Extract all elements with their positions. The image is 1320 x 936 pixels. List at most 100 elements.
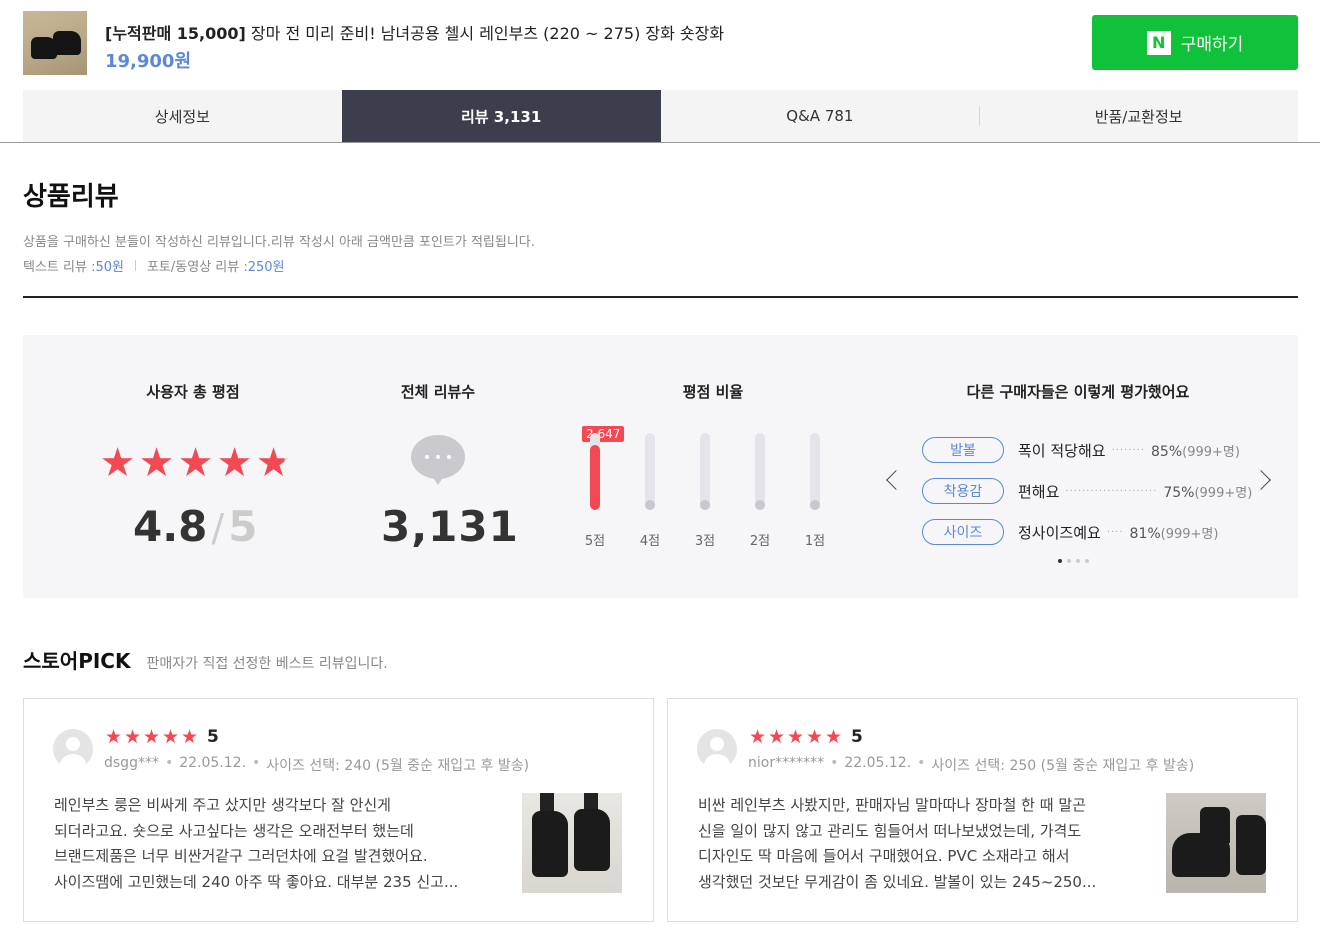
eval-dots: ········	[1111, 444, 1146, 456]
review-score: 5	[851, 727, 863, 747]
eval-dots: ······················	[1065, 485, 1158, 497]
review-stars: ★ ★ ★ ★ ★ 5	[104, 726, 219, 748]
ratio-bar-knob	[700, 500, 710, 510]
tab-detail[interactable]: 상세정보	[23, 90, 342, 142]
ratio-bar-fill	[590, 445, 600, 510]
ratio-bar	[700, 433, 710, 510]
rating-value: 4.8	[133, 502, 208, 551]
points-divider	[134, 260, 136, 271]
star-icon: ★	[748, 726, 767, 748]
product-title-bracket: [누적판매 15,000]	[105, 24, 246, 43]
store-pick-subtitle: 판매자가 직접 선정한 베스트 리뷰입니다.	[146, 656, 388, 672]
ratio-bar	[590, 433, 600, 510]
review-heading: 상품리뷰	[23, 182, 119, 212]
star-icon: ★	[767, 726, 786, 748]
speech-bubble-icon	[411, 435, 465, 485]
photo-review-label: 포토/동영상 리뷰 :	[146, 260, 248, 275]
buy-button-label: 구매하기	[1180, 35, 1244, 55]
review-photo[interactable]	[1166, 793, 1266, 893]
star-icon: ★	[786, 726, 805, 748]
section-divider	[23, 296, 1298, 298]
review-summary: 사용자 총 평점 ★ ★ ★ ★ ★ 4.8/5 전체 리뷰수 3,131 평점…	[23, 335, 1298, 598]
ratio-bar	[645, 433, 655, 510]
tab-return-label: 반품/교환정보	[1094, 107, 1183, 126]
product-header: [누적판매 15,000] 장마 전 미리 준비! 남녀공용 첼시 레인부츠 (…	[0, 0, 1320, 90]
photo-review-point: 250원	[247, 260, 285, 275]
review-card[interactable]: ★ ★ ★ ★ ★ 5 nior******* • 22.05.12. • 사이즈 선택: …	[667, 698, 1298, 922]
star-half-icon: ★	[255, 440, 292, 486]
eval-value: 편해요	[1018, 482, 1060, 501]
pager-dot[interactable]	[1067, 559, 1071, 563]
pager-dot[interactable]	[1076, 559, 1080, 563]
star-icon: ★	[805, 726, 824, 748]
eval-pager[interactable]	[1058, 559, 1089, 563]
product-price: 19,900원	[105, 51, 192, 72]
pager-dot[interactable]	[1058, 559, 1062, 563]
chevron-right-icon[interactable]	[1251, 470, 1271, 490]
review-meta: nior******* • 22.05.12. • 사이즈 선택: 250 (5월 …	[748, 755, 1195, 774]
star-icon: ★	[99, 440, 136, 486]
ratio-bar-knob	[810, 500, 820, 510]
tab-qna-label: Q&A 781	[786, 107, 854, 125]
review-count: 3,131	[381, 502, 519, 551]
ratio-bar-knob	[755, 500, 765, 510]
eval-row: 착용감 편해요 ······················ 75%(999+명…	[922, 478, 1252, 504]
store-pick-header: 스토어PICK 판매자가 직접 선정한 베스트 리뷰입니다.	[23, 645, 388, 674]
product-title-text: 장마 전 미리 준비! 남녀공용 첼시 레인부츠 (220 ~ 275) 장화 …	[245, 24, 725, 43]
star-icon: ★	[138, 440, 175, 486]
review-user: nior*******	[748, 755, 825, 771]
avatar	[697, 729, 737, 769]
star-icon: ★	[216, 440, 253, 486]
eval-percent: 85%(999+명)	[1151, 443, 1240, 460]
eval-tag[interactable]: 착용감	[922, 478, 1004, 504]
naver-pay-icon: N	[1146, 30, 1171, 55]
eval-dots: ····	[1106, 526, 1124, 538]
text-review-point: 50원	[95, 260, 124, 275]
review-user: dsgg***	[104, 755, 159, 771]
star-icon: ★	[177, 440, 214, 486]
eval-value: 폭이 적당해요	[1018, 441, 1106, 460]
eval-row: 사이즈 정사이즈예요 ···· 81%(999+명)	[922, 519, 1218, 545]
eval-title: 다른 구매자들은 이렇게 평가했어요	[966, 383, 1190, 401]
ratio-bar-label: 1점	[804, 534, 826, 549]
eval-tag[interactable]: 사이즈	[922, 519, 1004, 545]
tab-review[interactable]: 리뷰 3,131	[341, 90, 661, 142]
ratio-bar-knob	[645, 500, 655, 510]
ratio-bar-label: 5점	[584, 534, 606, 549]
ratio-bar	[755, 433, 765, 510]
rating-title: 사용자 총 평점	[146, 383, 240, 401]
tab-return-info[interactable]: 반품/교환정보	[979, 90, 1298, 142]
review-date: 22.05.12.	[179, 755, 247, 771]
eval-value: 정사이즈예요	[1018, 523, 1101, 542]
review-card[interactable]: ★ ★ ★ ★ ★ 5 dsgg*** • 22.05.12. • 사이즈 선택: 240 …	[23, 698, 654, 922]
ratio-top-badge: 2,647	[582, 426, 625, 442]
count-title: 전체 리뷰수	[400, 383, 476, 401]
star-icon: ★	[123, 726, 142, 748]
tab-qna[interactable]: Q&A 781	[661, 90, 980, 142]
review-photo[interactable]	[522, 793, 622, 893]
star-icon: ★	[142, 726, 161, 748]
review-points: 텍스트 리뷰 : 50원 포토/동영상 리뷰 : 250원	[23, 256, 285, 275]
tab-divider	[0, 142, 1320, 143]
review-description: 상품을 구매하신 분들이 작성하신 리뷰입니다.리뷰 작성시 아래 금액만큼 포…	[23, 235, 535, 250]
review-body: 레인부츠 룽은 비싸게 주고 샀지만 생각보다 잘 안신게 되더라고요. 숏으로…	[54, 796, 459, 891]
eval-percent: 75%(999+명)	[1163, 484, 1253, 501]
ratio-bar-label: 4점	[639, 534, 661, 549]
eval-tag[interactable]: 발볼	[922, 437, 1004, 463]
rating-slash: /	[211, 506, 225, 550]
eval-row: 발볼 폭이 적당해요 ········ 85%(999+명)	[922, 437, 1240, 463]
rating-score: 4.8/5	[133, 502, 257, 551]
text-review-label: 텍스트 리뷰 :	[23, 260, 96, 275]
star-icon: ★	[180, 726, 199, 748]
buy-button[interactable]: N 구매하기	[1092, 15, 1298, 70]
pager-dot[interactable]	[1085, 559, 1089, 563]
review-option: 사이즈 선택: 250 (5월 중순 재입고 후 발송)	[931, 758, 1195, 774]
review-stars: ★ ★ ★ ★ ★ 5	[748, 726, 863, 748]
review-date: 22.05.12.	[844, 755, 912, 771]
chevron-left-icon[interactable]	[886, 470, 906, 490]
ratio-bar	[810, 433, 820, 510]
ratio-title: 평점 비율	[682, 383, 744, 401]
product-thumbnail[interactable]	[23, 11, 87, 75]
ratio-bar-label: 3점	[694, 534, 716, 549]
avatar	[53, 729, 93, 769]
